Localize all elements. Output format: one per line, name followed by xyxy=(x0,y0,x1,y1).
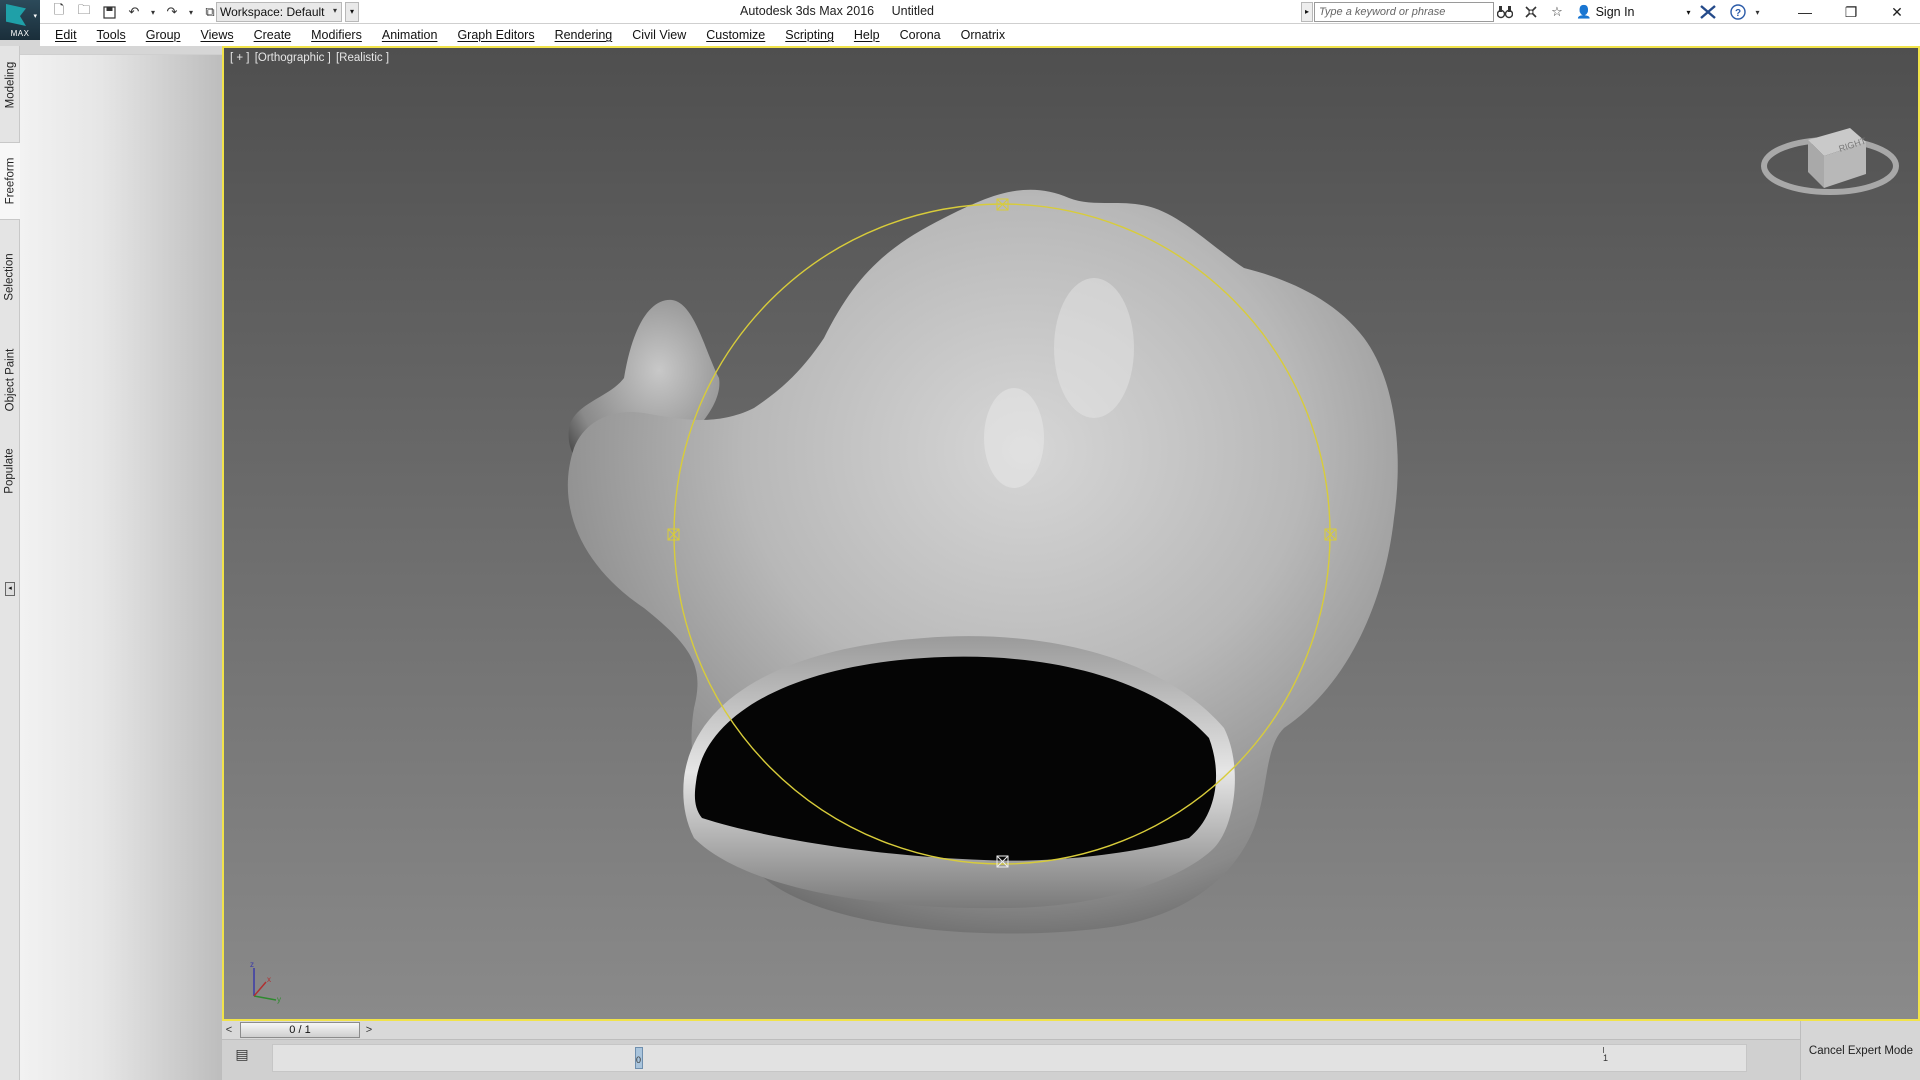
cancel-expert-mode-button[interactable]: Cancel Expert Mode xyxy=(1801,1045,1920,1057)
help-icon[interactable]: ? xyxy=(1727,2,1749,22)
workspace-label: Workspace: Default xyxy=(220,5,325,19)
svg-text:y: y xyxy=(277,995,281,1004)
time-slider: < 0 / 1 > xyxy=(222,1021,1800,1039)
app-logo-caption: MAX xyxy=(10,29,30,38)
ribbon-tab-strip: Modeling Freeform Selection Object Paint… xyxy=(0,46,20,1080)
open-folder-icon[interactable]: 🗀 xyxy=(73,2,95,22)
app-menu-button[interactable]: ▾ MAX xyxy=(0,0,40,40)
undo-dropdown-icon[interactable]: ▾ xyxy=(148,8,158,17)
customize-toolbar-button[interactable]: ▾ xyxy=(345,2,359,22)
chevron-down-icon: ▾ xyxy=(1686,7,1691,17)
title-bar: ▾ MAX 🗋 🗀 ↶ ▾ ↷ ▾ ⧉ Workspace: Default ▾… xyxy=(0,0,1920,40)
binoculars-icon[interactable] xyxy=(1494,2,1516,22)
redo-dropdown-icon[interactable]: ▾ xyxy=(186,8,196,17)
viewport-canvas[interactable] xyxy=(224,48,1918,1019)
new-file-icon[interactable]: 🗋 xyxy=(48,2,70,22)
svg-text:?: ? xyxy=(1734,8,1740,19)
tab-label: Modeling xyxy=(4,61,17,109)
tab-freeform[interactable]: Freeform xyxy=(0,142,20,220)
specular-highlight xyxy=(1054,278,1134,418)
menu-group[interactable]: Group xyxy=(146,28,181,42)
infocenter-tools: ☆ 👤 Sign In ▾ ? ▾ xyxy=(1494,2,1763,22)
tab-label: Populate xyxy=(4,448,16,494)
3dsmax-logo-icon xyxy=(6,4,26,26)
menu-tools[interactable]: Tools xyxy=(97,28,126,42)
favorites-star-icon[interactable]: ☆ xyxy=(1546,2,1568,22)
track-bar-area[interactable]: 0 1 xyxy=(272,1044,1747,1072)
menu-ornatrix[interactable]: Ornatrix xyxy=(961,28,1005,42)
frame-start-label: 0 xyxy=(636,1055,642,1065)
axis-tripod-icon: z x y xyxy=(250,960,281,1004)
menu-corona[interactable]: Corona xyxy=(900,28,941,42)
svg-text:x: x xyxy=(267,975,271,984)
viewport-shading-label[interactable]: [Realistic ] xyxy=(336,52,389,64)
tab-label: Object Paint xyxy=(4,348,16,412)
quick-access-toolbar: 🗋 🗀 ↶ ▾ ↷ ▾ ⧉ xyxy=(48,2,221,22)
window-controls: — ❐ ✕ xyxy=(1782,0,1920,24)
ribbon-minimize-toggle-icon[interactable]: ◂ xyxy=(5,582,15,596)
tab-label: Freeform xyxy=(4,157,16,205)
tab-modeling[interactable]: Modeling xyxy=(0,52,20,118)
menu-views[interactable]: Views xyxy=(200,28,233,42)
minimize-icon[interactable]: — xyxy=(1782,0,1828,24)
chevron-down-icon: ▾ xyxy=(332,6,337,15)
viewport-view-label[interactable]: [Orthographic ] xyxy=(255,52,331,64)
menu-edit[interactable]: Edit xyxy=(55,28,77,42)
time-slider-next-button[interactable]: > xyxy=(362,1022,376,1038)
workspace-selector[interactable]: Workspace: Default ▾ xyxy=(216,2,342,22)
mini-curve-editor-icon[interactable]: ▤ xyxy=(232,1046,252,1064)
main-menu-bar: Edit Tools Group Views Create Modifiers … xyxy=(40,24,1920,46)
viewport-label[interactable]: [ + ] [Orthographic ] [Realistic ] xyxy=(230,52,391,64)
communication-center-icon[interactable] xyxy=(1520,2,1542,22)
autodesk-exchange-icon[interactable] xyxy=(1697,2,1719,22)
track-bar: ▤ 0 1 xyxy=(222,1039,1800,1080)
menu-create[interactable]: Create xyxy=(254,28,292,42)
menu-animation[interactable]: Animation xyxy=(382,28,438,42)
close-icon[interactable]: ✕ xyxy=(1874,0,1920,24)
restore-icon[interactable]: ❐ xyxy=(1828,0,1874,24)
sign-in-button[interactable]: 👤 Sign In ▾ xyxy=(1576,5,1691,20)
document-name: Untitled xyxy=(891,4,934,18)
menu-graph-editors[interactable]: Graph Editors xyxy=(457,28,534,42)
save-icon[interactable] xyxy=(98,2,120,22)
ribbon-panel xyxy=(20,54,222,1080)
menu-help[interactable]: Help xyxy=(854,28,880,42)
menu-customize[interactable]: Customize xyxy=(706,28,765,42)
redo-icon[interactable]: ↷ xyxy=(161,2,183,22)
search-expand-icon[interactable]: ▸ xyxy=(1301,2,1313,22)
svg-text:z: z xyxy=(250,960,254,969)
tab-object-paint[interactable]: Object Paint xyxy=(0,336,20,424)
viewport-menu-plus[interactable]: [ + ] xyxy=(230,52,250,64)
app-name: Autodesk 3ds Max 2016 xyxy=(740,4,875,18)
frame-end-label: 1 xyxy=(1603,1053,1609,1063)
tab-selection[interactable]: Selection xyxy=(0,244,20,310)
menu-scripting[interactable]: Scripting xyxy=(785,28,834,42)
tab-label: Selection xyxy=(4,253,16,301)
chevron-down-icon: ▾ xyxy=(33,13,37,20)
menu-civil-view[interactable]: Civil View xyxy=(632,28,686,42)
tab-populate[interactable]: Populate xyxy=(0,438,20,504)
undo-icon[interactable]: ↶ xyxy=(123,2,145,22)
perspective-viewport[interactable]: [ + ] [Orthographic ] [Realistic ] RIGHT… xyxy=(222,46,1920,1021)
expert-mode-area: Cancel Expert Mode xyxy=(1800,1021,1920,1080)
menu-rendering[interactable]: Rendering xyxy=(555,28,613,42)
help-dropdown-icon[interactable]: ▾ xyxy=(1753,8,1763,17)
specular-highlight xyxy=(984,388,1044,488)
time-slider-prev-button[interactable]: < xyxy=(222,1022,236,1038)
viewcube-icon[interactable]: RIGHT xyxy=(1758,102,1908,212)
window-title: Autodesk 3ds Max 2016 Untitled xyxy=(740,4,948,18)
user-icon: 👤 xyxy=(1576,4,1592,19)
sign-in-label: Sign In xyxy=(1595,5,1635,19)
time-slider-thumb[interactable]: 0 / 1 xyxy=(240,1022,360,1038)
menu-modifiers[interactable]: Modifiers xyxy=(311,28,362,42)
search-input[interactable] xyxy=(1314,2,1494,22)
